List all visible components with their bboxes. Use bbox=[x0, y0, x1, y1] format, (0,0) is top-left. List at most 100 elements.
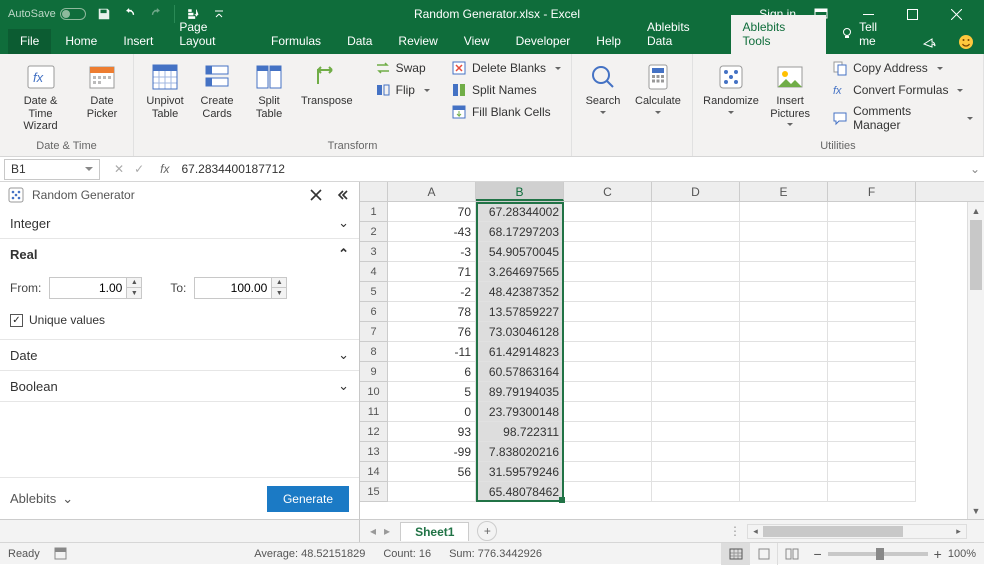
zoom-in-button[interactable]: + bbox=[934, 546, 942, 562]
to-input[interactable] bbox=[194, 277, 272, 299]
formula-input[interactable]: 67.2834400187712 bbox=[175, 162, 966, 176]
cell[interactable] bbox=[564, 462, 652, 482]
tell-me-search[interactable]: Tell me bbox=[828, 15, 908, 54]
tab-data[interactable]: Data bbox=[335, 29, 384, 54]
cell[interactable] bbox=[828, 322, 916, 342]
row-header[interactable]: 9 bbox=[360, 362, 388, 382]
calculate-button[interactable]: Calculate bbox=[630, 58, 686, 120]
cell[interactable]: 67.28344002 bbox=[476, 202, 564, 222]
cell[interactable] bbox=[740, 262, 828, 282]
cell[interactable] bbox=[652, 202, 740, 222]
select-all-corner[interactable] bbox=[360, 182, 388, 201]
create-cards-button[interactable]: Create Cards bbox=[192, 58, 242, 123]
row-header[interactable]: 15 bbox=[360, 482, 388, 502]
cell[interactable] bbox=[740, 342, 828, 362]
enter-formula-icon[interactable]: ✓ bbox=[134, 162, 144, 176]
cell[interactable] bbox=[828, 342, 916, 362]
row-header[interactable]: 12 bbox=[360, 422, 388, 442]
cell[interactable]: 6 bbox=[388, 362, 476, 382]
cell[interactable] bbox=[828, 202, 916, 222]
cell[interactable]: 70 bbox=[388, 202, 476, 222]
cell[interactable]: -11 bbox=[388, 342, 476, 362]
cell[interactable] bbox=[828, 382, 916, 402]
cell[interactable] bbox=[740, 362, 828, 382]
cell[interactable]: 13.57859227 bbox=[476, 302, 564, 322]
tab-insert[interactable]: Insert bbox=[111, 29, 165, 54]
cell[interactable] bbox=[740, 322, 828, 342]
cell[interactable] bbox=[828, 262, 916, 282]
cell[interactable]: -43 bbox=[388, 222, 476, 242]
cell[interactable] bbox=[740, 382, 828, 402]
worksheet-grid[interactable]: ABCDEF 17067.283440022-4368.172972033-35… bbox=[360, 182, 984, 519]
cell[interactable] bbox=[828, 222, 916, 242]
flip-button[interactable]: Flip bbox=[371, 80, 434, 100]
sheet-tab-active[interactable]: Sheet1 bbox=[400, 522, 469, 541]
cell[interactable] bbox=[828, 282, 916, 302]
cell[interactable] bbox=[828, 462, 916, 482]
cell[interactable] bbox=[740, 442, 828, 462]
comments-manager-button[interactable]: Comments Manager bbox=[828, 102, 977, 134]
fill-blank-cells-button[interactable]: Fill Blank Cells bbox=[447, 102, 565, 122]
zoom-slider[interactable] bbox=[828, 552, 928, 556]
unique-values-checkbox[interactable]: ✓ Unique values bbox=[10, 313, 349, 327]
ablebits-brand[interactable]: Ablebits ⌄ bbox=[10, 491, 73, 507]
autosave-toggle[interactable]: AutoSave bbox=[8, 8, 86, 20]
scroll-down-icon[interactable]: ▼ bbox=[968, 502, 984, 519]
cell[interactable] bbox=[740, 302, 828, 322]
split-names-button[interactable]: Split Names bbox=[447, 80, 565, 100]
row-header[interactable]: 1 bbox=[360, 202, 388, 222]
cell[interactable] bbox=[828, 242, 916, 262]
cell[interactable] bbox=[740, 202, 828, 222]
share-button[interactable] bbox=[912, 32, 946, 54]
sheet-nav-last-icon[interactable]: ▸ bbox=[384, 524, 390, 538]
cell[interactable] bbox=[652, 362, 740, 382]
cell[interactable]: -3 bbox=[388, 242, 476, 262]
scrollbar-thumb[interactable] bbox=[970, 220, 982, 290]
vertical-scrollbar[interactable]: ▲ ▼ bbox=[967, 202, 984, 519]
undo-icon[interactable] bbox=[122, 6, 138, 22]
expand-formula-bar-icon[interactable]: ⌄ bbox=[966, 162, 984, 176]
tab-home[interactable]: Home bbox=[53, 29, 109, 54]
redo-icon[interactable] bbox=[148, 6, 164, 22]
cell[interactable] bbox=[828, 482, 916, 502]
section-date[interactable]: Date ⌄ bbox=[0, 340, 359, 370]
horizontal-scrollbar[interactable]: ◂ ▸ bbox=[747, 524, 967, 539]
cell[interactable]: 56 bbox=[388, 462, 476, 482]
convert-formulas-button[interactable]: fxConvert Formulas bbox=[828, 80, 977, 100]
cell[interactable]: 61.42914823 bbox=[476, 342, 564, 362]
from-input[interactable] bbox=[49, 277, 127, 299]
view-page-layout-button[interactable] bbox=[749, 543, 777, 565]
col-header-F[interactable]: F bbox=[828, 182, 916, 201]
pane-collapse-button[interactable] bbox=[333, 186, 351, 204]
close-button[interactable] bbox=[934, 0, 978, 28]
randomize-button[interactable]: Randomize bbox=[699, 58, 763, 120]
cell[interactable] bbox=[652, 242, 740, 262]
tab-file[interactable]: File bbox=[8, 29, 51, 54]
cell[interactable] bbox=[564, 402, 652, 422]
cell[interactable]: 78 bbox=[388, 302, 476, 322]
cell[interactable] bbox=[564, 482, 652, 502]
cell[interactable] bbox=[828, 402, 916, 422]
insert-pictures-button[interactable]: Insert Pictures bbox=[765, 58, 815, 132]
cell[interactable]: 5 bbox=[388, 382, 476, 402]
col-header-E[interactable]: E bbox=[740, 182, 828, 201]
cell[interactable] bbox=[740, 422, 828, 442]
cell[interactable]: 7.838020216 bbox=[476, 442, 564, 462]
cell[interactable] bbox=[564, 442, 652, 462]
name-box[interactable]: B1 bbox=[4, 159, 100, 180]
fx-icon[interactable]: fx bbox=[154, 162, 175, 176]
cell[interactable] bbox=[652, 262, 740, 282]
row-header[interactable]: 3 bbox=[360, 242, 388, 262]
cell[interactable] bbox=[564, 302, 652, 322]
tab-help[interactable]: Help bbox=[584, 29, 633, 54]
cell[interactable] bbox=[740, 402, 828, 422]
swap-button[interactable]: Swap bbox=[371, 58, 434, 78]
cell[interactable] bbox=[564, 362, 652, 382]
cell[interactable]: 68.17297203 bbox=[476, 222, 564, 242]
cell[interactable]: 3.264697565 bbox=[476, 262, 564, 282]
tab-formulas[interactable]: Formulas bbox=[259, 29, 333, 54]
cell[interactable]: -2 bbox=[388, 282, 476, 302]
cell[interactable]: 71 bbox=[388, 262, 476, 282]
cell[interactable]: 76 bbox=[388, 322, 476, 342]
cell[interactable] bbox=[652, 342, 740, 362]
